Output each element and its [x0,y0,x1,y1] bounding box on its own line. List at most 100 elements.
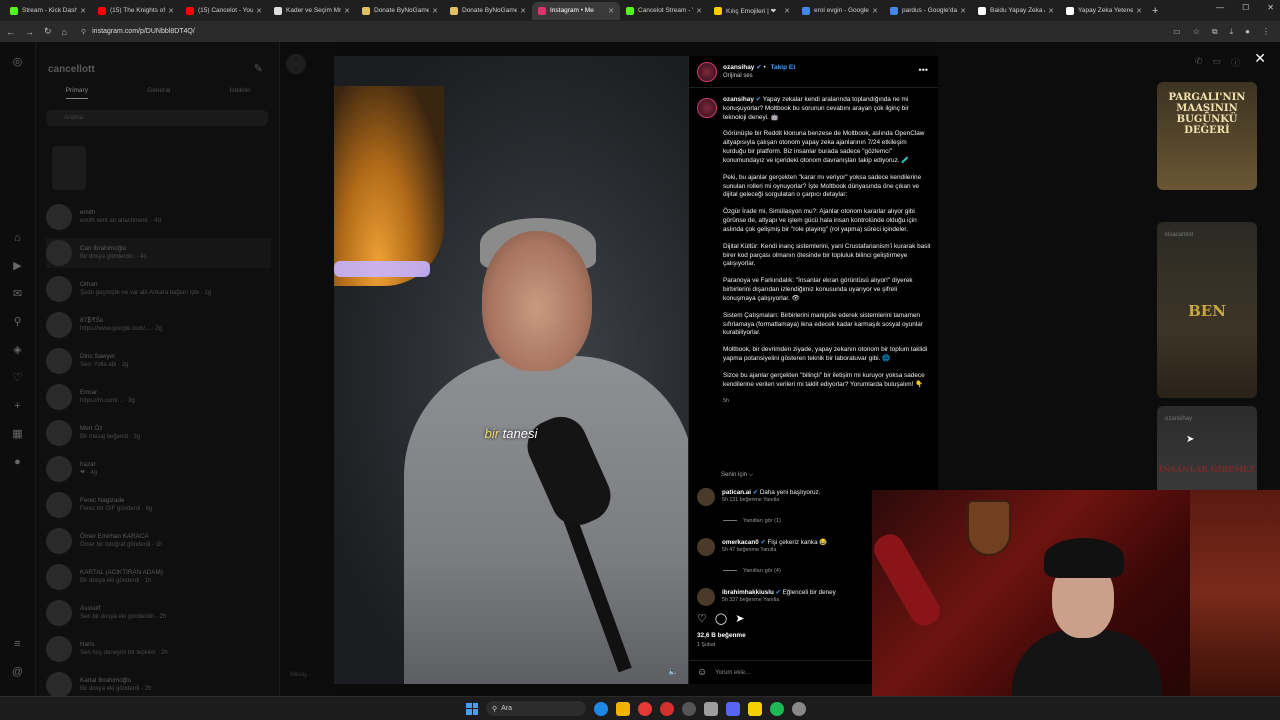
home-nav-icon[interactable]: ⌂ [11,232,24,245]
shared-reel-thumbnail-1[interactable]: PARGALI'NIN MAAŞININ BUGÜNKÜ DEĞERİ [1157,82,1257,190]
messages-nav-icon[interactable]: ✉ [11,288,24,301]
maximize-icon[interactable]: ☐ [1242,3,1249,12]
browser-tab[interactable]: Stream - Kick Dash ✕ [4,2,92,20]
mute-icon[interactable]: 🔈 [668,667,678,676]
notifications-nav-icon[interactable]: ♡ [11,372,24,385]
commenter-username[interactable]: ibrahimhakkiuslu [722,589,774,596]
discord-icon[interactable] [726,701,740,716]
tab-primary[interactable]: Primary [65,87,88,99]
conversation-item[interactable]: Mert Öz Bir mesaj beğendi · 3g [46,418,271,448]
conversation-item[interactable]: emith emith sent an attachment. · 4d [46,202,271,232]
conversation-item[interactable]: Haris Sen hoş deneyim bir tepkiler · 2h [46,634,271,664]
tab-close-icon[interactable]: ✕ [344,7,350,15]
windows-start-icon[interactable] [466,702,478,715]
dm-account-name[interactable]: cancellott [48,64,95,75]
commenter-avatar[interactable] [697,588,715,606]
tab-close-icon[interactable]: ✕ [520,7,526,15]
new-tab-button[interactable]: + [1152,5,1158,17]
site-info-icon[interactable]: ⚲ [81,28,86,36]
tab-close-icon[interactable]: ✕ [696,7,702,15]
commenter-username[interactable]: omerkacan0 [722,539,759,546]
downloads-icon[interactable]: ⤓ [1230,27,1234,37]
settings-icon[interactable] [792,701,806,716]
author-username[interactable]: ozansihay [723,64,754,71]
notepad-icon[interactable] [704,701,718,716]
tab-close-icon[interactable]: ✕ [960,7,966,15]
notes-thumbnail[interactable] [52,146,86,190]
commenter-avatar[interactable] [697,538,715,556]
info-icon[interactable]: ⓘ [1231,56,1240,69]
shared-reel-thumbnail-3[interactable]: ozansihay İNSANLAR GİREMEZ [1157,406,1257,496]
for-you-dropdown[interactable]: Senin için ⌵ [721,472,753,479]
tab-close-icon[interactable]: ✕ [168,7,174,15]
tab-close-icon[interactable]: ✕ [432,7,438,15]
browser-tab[interactable]: Baidu Yapay Zeka A ✕ [972,2,1060,20]
browser-tab[interactable]: Cancelot Stream - V ✕ [620,2,708,20]
reload-icon[interactable]: ↻ [44,26,52,37]
comment-bubble-icon[interactable]: ◯ [715,612,727,625]
browser-tab[interactable]: Yapay Zeka Yetenek ✕ [1060,2,1148,20]
commenter-avatar[interactable] [697,488,715,506]
conversation-item[interactable]: Dinc Sawyer Sen: Yolla abi · 2g [46,346,271,376]
phone-icon[interactable]: ✆ [1195,56,1203,69]
search-nav-icon[interactable]: ⚲ [11,316,24,329]
conversation-item[interactable]: Ömer Emirhan KARACA Ömer bir fotoğraf gön… [46,526,271,556]
home-icon[interactable]: ⌂ [62,27,67,37]
comment-meta[interactable]: 5h 337 beğenme Yanıtla [722,597,836,605]
caption-avatar[interactable] [697,98,717,118]
address-bar[interactable]: ⚲ instagram.com/p/DUNbbl8DT4Q/ [76,24,1164,39]
instagram-logo-icon[interactable]: ◎ [11,56,24,69]
dashboard-nav-icon[interactable]: ▦ [11,428,24,441]
minimize-icon[interactable]: — [1216,3,1224,12]
tab-close-icon[interactable]: ✕ [1136,7,1142,15]
share-send-icon[interactable]: ➤ [735,612,744,625]
dm-search-input[interactable]: Arama [46,110,268,126]
browser-tab[interactable]: pardus - Google'da ✕ [884,2,972,20]
back-icon[interactable]: ← [6,27,15,37]
browser-tab[interactable]: Donate ByNoGame ✕ [356,2,444,20]
conversation-item[interactable]: KARTAL (ACIKTIRAN ADAM) Bir dosya eki gön… [46,562,271,592]
video-call-icon[interactable]: ▭ [1212,56,1221,69]
view-replies-link[interactable]: Yanıtları gör (1) [723,518,781,524]
chrome-icon[interactable] [638,701,652,716]
author-avatar[interactable] [697,61,717,82]
emoji-icon[interactable]: ☺ [697,667,707,678]
profile-icon[interactable]: ● [1245,27,1250,37]
comment-meta[interactable]: 5h 131 beğenme Yanıtla [722,497,820,505]
browser-tab[interactable]: Kılıç Emojileri | ❤ ✕ [708,2,796,20]
spotify-icon[interactable] [770,701,784,716]
extensions-icon[interactable]: ⧉ [1212,27,1218,37]
file-explorer-icon[interactable] [616,701,630,716]
reel-video[interactable]: bir tanesi 🔈 [334,56,688,684]
menu-icon[interactable]: ⋮ [1262,27,1270,37]
tab-close-icon[interactable]: ✕ [784,7,790,15]
view-replies-link[interactable]: Yanıtları gör (4) [723,568,781,574]
browser-tab[interactable]: erol evgin - Google ✕ [796,2,884,20]
browser-tab[interactable]: (15) Cancelot - You ✕ [180,2,268,20]
conversation-item[interactable]: Can İbrahimoğlu Bir dosya gönderdin. · 4s [46,238,271,268]
tab-requests[interactable]: İstekler [229,87,250,99]
message-input[interactable]: Mesaj... [290,672,311,678]
close-post-icon[interactable]: ✕ [1254,50,1266,67]
browser-tab[interactable]: Instagram • Me ✕ [532,1,620,20]
chrome-profile-icon[interactable] [660,701,674,716]
tab-general[interactable]: General [147,87,170,99]
tab-close-icon[interactable]: ✕ [872,7,878,15]
conversation-item[interactable]: Emrar https://m.com/... · 3g [46,382,271,412]
obs-icon[interactable] [682,701,696,716]
more-options-icon[interactable]: ••• [919,65,928,75]
conversation-item[interactable]: hazar ❤ · 4g [46,454,271,484]
tab-close-icon[interactable]: ✕ [80,7,86,15]
profile-nav-icon[interactable]: ● [11,456,24,469]
reels-nav-icon[interactable]: ▶ [11,260,24,273]
conversation-item[interactable]: Asssulf Sen bir dosya eki gönderdin · 2h [46,598,271,628]
explore-nav-icon[interactable]: ◈ [11,344,24,357]
conversation-item[interactable]: Kartal İbrahimoğlu Bir dosya eki gönderdi… [46,670,271,696]
taskbar-search[interactable]: ⚲ Ara [486,701,586,716]
browser-tab[interactable]: Donate ByNoGame ✕ [444,2,532,20]
comment-meta[interactable]: 5h 47 beğenme Yanıtla [722,547,827,555]
tab-close-icon[interactable]: ✕ [1048,7,1054,15]
shared-reel-thumbnail-2[interactable]: kisacamlot BEN [1157,222,1257,398]
tab-close-icon[interactable]: ✕ [608,7,614,15]
edge-icon[interactable] [594,701,608,716]
